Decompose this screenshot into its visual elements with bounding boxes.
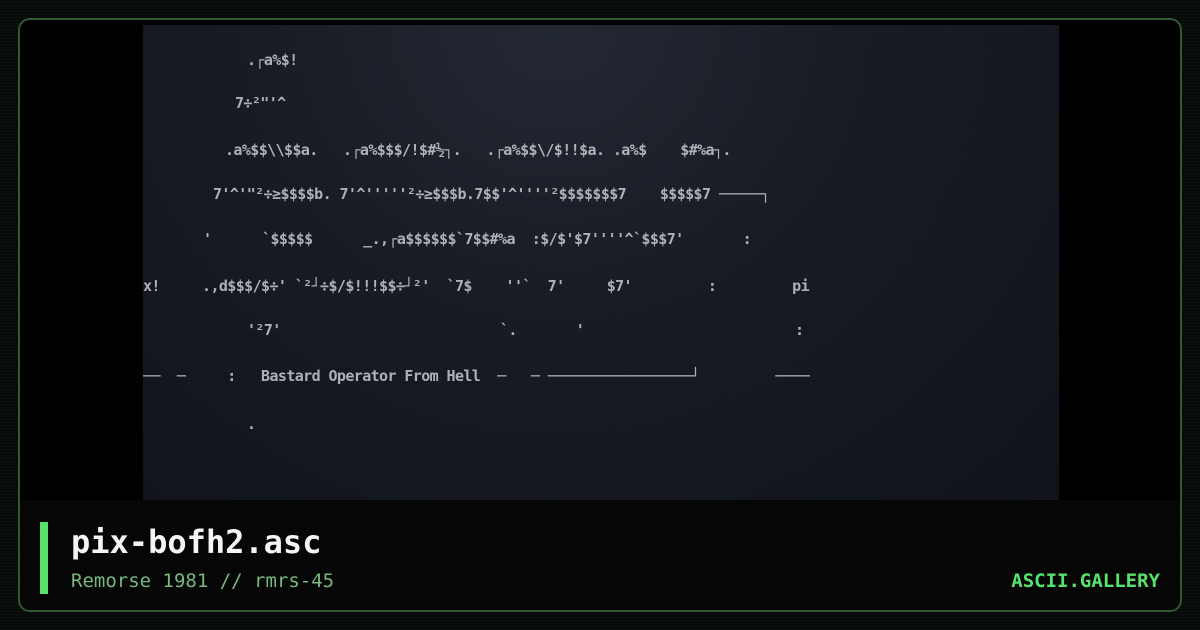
- ascii-art-frame: .┌a%$! 7÷²"'^ .a%$$\\$$a. .┌a%$$$/!$#½┐.…: [143, 25, 1059, 500]
- card-footer: pix-bofh2.asc Remorse 1981 // rmrs-45 AS…: [20, 500, 1180, 610]
- ascii-art-title-line: ── ─ : Bastard Operator From Hell ─ ─ ──…: [143, 367, 810, 385]
- ascii-art-line: .a%$$\\$$a. .┌a%$$$/!$#½┐. .┌a%$$\/$!!$a…: [225, 141, 731, 159]
- ascii-art-line: 7÷²"'^: [235, 94, 286, 112]
- site-brand[interactable]: ASCII.GALLERY: [1011, 568, 1160, 594]
- ascii-art-line: '²7' `. ' :: [247, 321, 804, 339]
- artist-credit: Remorse 1981 // rmrs-45: [71, 570, 335, 592]
- artwork-card[interactable]: .┌a%$! 7÷²"'^ .a%$$\\$$a. .┌a%$$$/!$#½┐.…: [18, 18, 1182, 612]
- ascii-art-line: .: [247, 415, 256, 433]
- accent-bar: [40, 522, 48, 594]
- file-title[interactable]: pix-bofh2.asc: [71, 522, 321, 562]
- artwork-preview: .┌a%$! 7÷²"'^ .a%$$\\$$a. .┌a%$$$/!$#½┐.…: [20, 20, 1180, 500]
- ascii-art-line: ' `$$$$$ _.,┌a$$$$$$`7$$#%a :$/$'$7''''^…: [203, 230, 752, 248]
- ascii-art-line: .┌a%$!: [247, 51, 298, 69]
- ascii-art-line: x! .,d$$$/$÷' `²┘÷$/$!!!$$÷┘²' `7$ ''` 7…: [143, 277, 810, 295]
- ascii-art-line: 7'^'"²÷≥$$$$b. 7'^'''''²÷≥$$$b.7$$'^''''…: [213, 185, 770, 203]
